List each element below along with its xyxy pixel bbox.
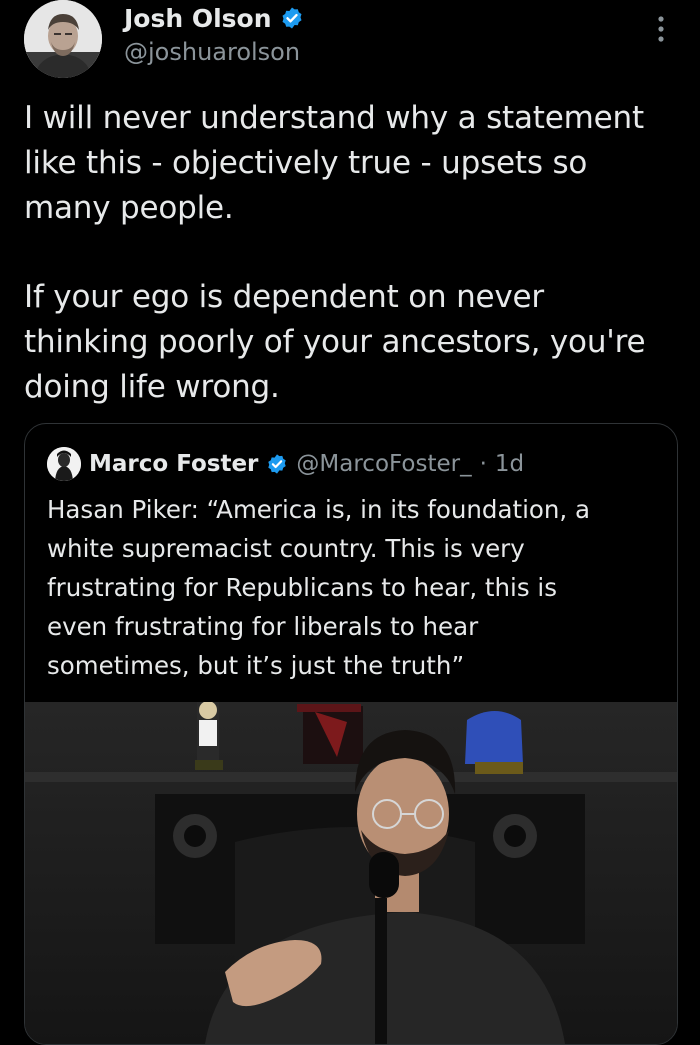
quoted-tweet-card[interactable]: Marco Foster @MarcoFoster_ · 1d Hasan Pi… [24,423,678,1045]
quoted-author-avatar[interactable] [47,447,81,481]
quoted-tweet-header: Marco Foster @MarcoFoster_ · 1d [47,447,524,481]
quoted-text-line: Hasan Piker: “America is, in its foundat… [47,495,591,524]
tweet-header: Josh Olson @joshuarolson [24,0,684,80]
quoted-tweet-media[interactable] [25,702,677,1044]
verified-badge-icon [268,454,287,474]
quoted-text-line: sometimes, but it’s just the truth” [47,651,465,680]
tweet-text-line: like this - objectively true - upsets so [24,145,588,181]
quoted-text-line: white supremacist country. This is very [47,534,525,563]
author-display-name[interactable]: Josh Olson [124,4,272,33]
tweet-text-line: many people. [24,190,234,226]
tweet-text-line: I will never understand why a statement [24,100,644,136]
author-handle[interactable]: @joshuarolson [124,38,300,66]
more-options-icon[interactable] [652,14,670,44]
quoted-tweet-timestamp[interactable]: 1d [495,451,524,477]
quoted-author-display-name[interactable]: Marco Foster [89,451,258,477]
user-avatar-icon [24,0,102,78]
quoted-text-line: frustrating for Republicans to hear, thi… [47,573,557,602]
separator-dot: · [479,451,487,477]
quoted-author-handle[interactable]: @MarcoFoster_ [296,451,471,477]
author-avatar[interactable] [24,0,102,78]
author-name-row: Josh Olson [124,2,304,34]
verified-badge-icon [282,7,302,29]
tweet-text-line: thinking poorly of your ancestors, you'r… [24,324,646,360]
quoted-tweet-text: Hasan Piker: “America is, in its foundat… [47,490,657,685]
user-avatar-icon [47,447,81,481]
quoted-text-line: even frustrating for liberals to hear [47,612,479,641]
video-thumbnail-icon [25,702,677,1044]
tweet-text-line: If your ego is dependent on never [24,279,544,315]
tweet-text-line: doing life wrong. [24,369,280,405]
tweet-text: I will never understand why a statement … [24,96,684,410]
